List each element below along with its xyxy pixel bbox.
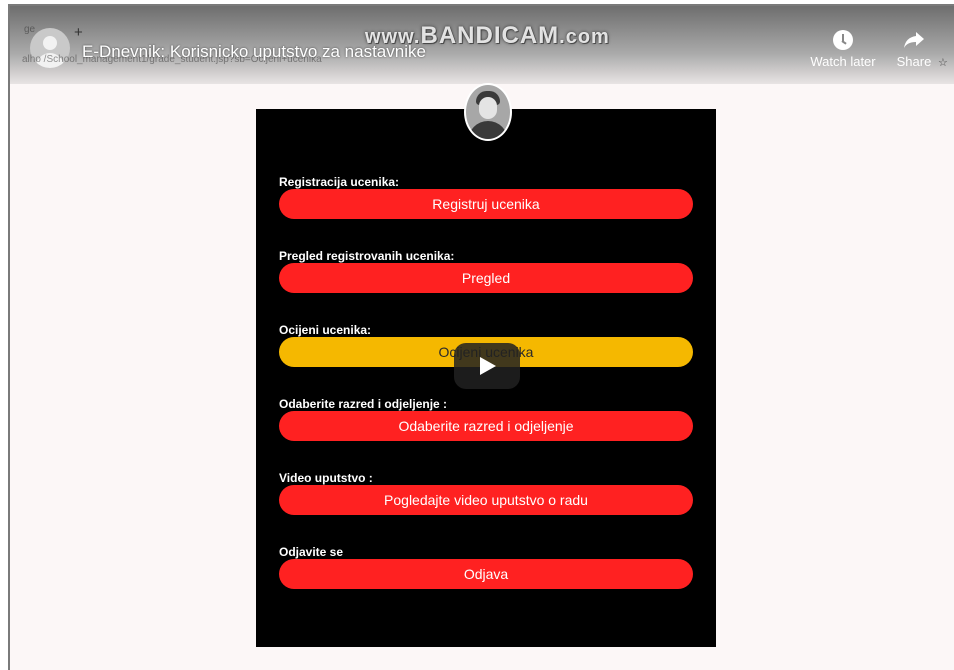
clock-icon [833, 30, 853, 50]
new-tab-icon: + [74, 24, 83, 41]
watch-later-label: Watch later [810, 54, 876, 69]
section-label-pregled: Pregled registrovanih ucenika: [279, 249, 455, 263]
play-icon [480, 357, 496, 375]
logout-button[interactable]: Odjava [279, 559, 693, 589]
section-label-video: Video uputstvo : [279, 471, 373, 485]
bookmark-star-icon: ☆ [938, 57, 948, 69]
watch-video-guide-button[interactable]: Pogledajte video uputstvo o radu [279, 485, 693, 515]
watch-later-button[interactable]: Watch later [806, 30, 880, 69]
select-class-button[interactable]: Odaberite razred i odjeljenje [279, 411, 693, 441]
share-button[interactable]: Share [892, 30, 936, 69]
profile-avatar [464, 83, 512, 141]
section-label-ocijeni: Ocijeni ucenika: [279, 323, 372, 337]
video-play-button[interactable] [454, 343, 520, 389]
section-label-registracija: Registracija ucenika: [279, 175, 400, 189]
bandicam-watermark: www.BANDICAM.com [365, 22, 610, 49]
share-label: Share [896, 54, 932, 69]
overview-button[interactable]: Pregled [279, 263, 693, 293]
browser-tab-ghost: ge [24, 24, 36, 35]
section-label-odjava: Odjavite se [279, 545, 344, 559]
video-top-bar: ge + alho /School_management1/grade_stud… [10, 6, 954, 84]
section-label-razred: Odaberite razred i odjeljenje : [279, 397, 448, 411]
share-arrow-icon [904, 32, 924, 48]
video-frame[interactable]: ge + alho /School_management1/grade_stud… [8, 4, 954, 670]
register-student-button[interactable]: Registruj ucenika [279, 189, 693, 219]
